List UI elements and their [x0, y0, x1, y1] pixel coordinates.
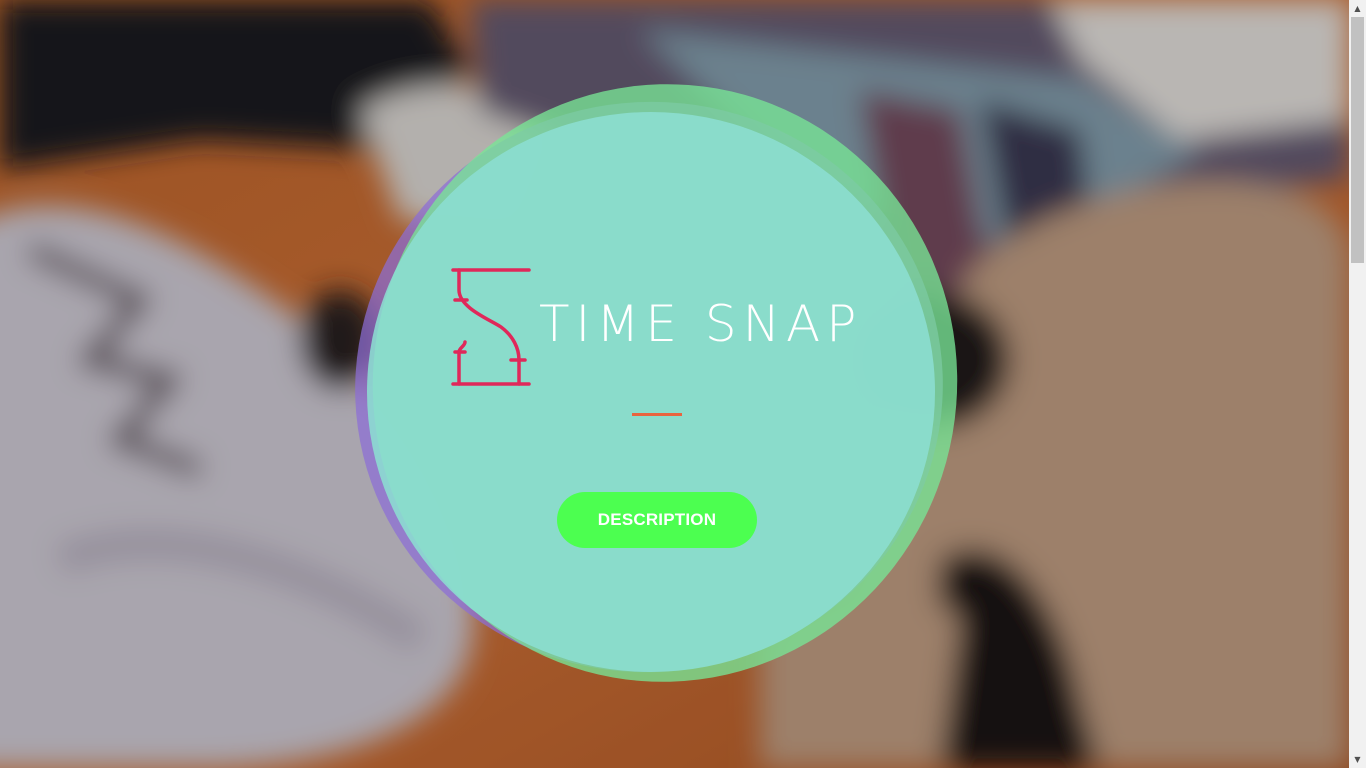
scroll-up-arrow-icon[interactable]: ▲	[1349, 0, 1366, 17]
hero-blob-teal	[367, 112, 935, 672]
hourglass-icon	[451, 268, 531, 386]
description-button[interactable]: DESCRIPTION	[557, 492, 757, 548]
brand-logo: TIME SNAP	[451, 268, 862, 386]
page-viewport: TIME SNAP DESCRIPTION	[0, 0, 1349, 768]
accent-divider	[632, 413, 682, 416]
scrollbar-thumb[interactable]	[1351, 17, 1364, 263]
vertical-scrollbar[interactable]: ▲ ▼	[1349, 0, 1366, 768]
scroll-down-arrow-icon[interactable]: ▼	[1349, 751, 1366, 768]
hero-circle: TIME SNAP DESCRIPTION	[318, 37, 1005, 729]
brand-name: TIME SNAP	[539, 295, 863, 353]
